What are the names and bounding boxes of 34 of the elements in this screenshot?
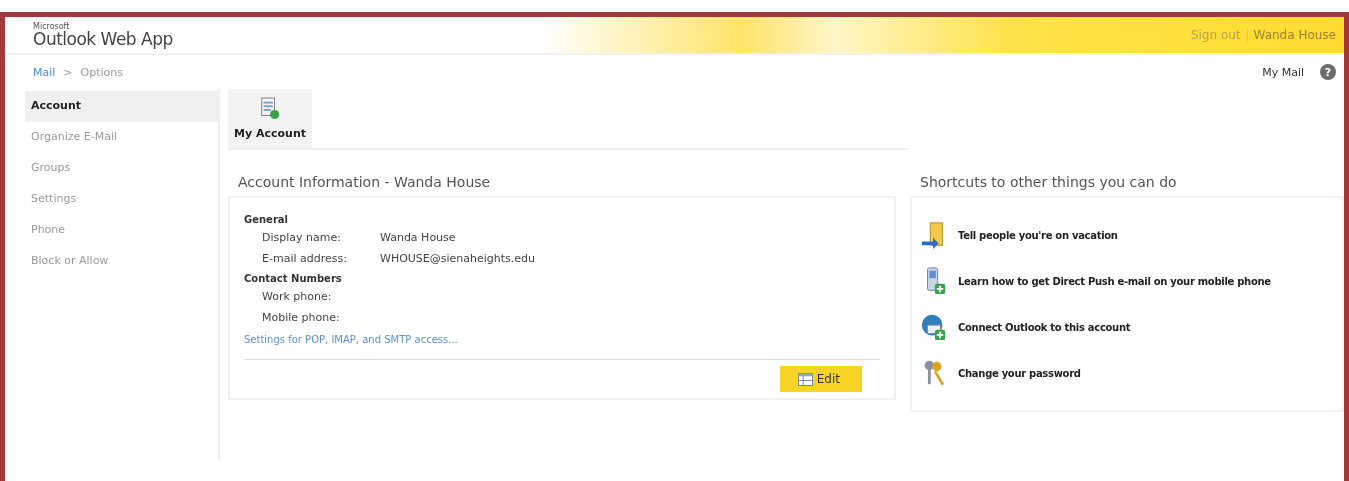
sidebar-item[interactable]: Organize E-Mail	[25, 122, 218, 153]
section-heading: General	[244, 214, 289, 225]
sidebar-item[interactable]: Phone	[25, 215, 218, 246]
field-label: Mobile phone:	[262, 311, 341, 324]
breadcrumb-item[interactable]: Mail	[33, 65, 56, 79]
table-icon	[797, 372, 813, 386]
sidebar-item[interactable]: Block or Allow	[25, 246, 218, 277]
shortcut-link[interactable]: Change your password	[958, 367, 1081, 379]
shortcut-link[interactable]: Connect Outlook to this account	[958, 321, 1131, 333]
shortcut-link[interactable]: Tell people you're on vacation	[958, 229, 1118, 241]
edit-button[interactable]: Edit	[779, 366, 862, 392]
panel-title: Shortcuts to other things you can do	[919, 174, 1178, 192]
sidebar-item[interactable]: Account	[25, 91, 218, 122]
section-heading: Contact Numbers	[244, 273, 343, 284]
user-name: Wanda House	[1253, 28, 1336, 42]
breadcrumb-separator: >	[63, 65, 73, 79]
sidebar-item[interactable]: Settings	[25, 184, 218, 215]
sidebar-item[interactable]: Groups	[25, 153, 218, 184]
field-label: Display name:	[262, 231, 342, 244]
my-account-tab[interactable]: My Account	[228, 89, 312, 148]
field-value: WHOUSE@sienaheights.edu	[380, 252, 536, 265]
field-label: Work phone:	[262, 290, 333, 303]
help-icon[interactable]: ?	[1320, 64, 1336, 80]
my-mail-link[interactable]: My Mail	[1262, 65, 1304, 79]
panel-title: Account Information - Wanda House	[237, 174, 492, 192]
account-document-icon	[259, 97, 281, 121]
shortcut-link[interactable]: Learn how to get Direct Push e-mail on your mobile phone	[958, 275, 1271, 287]
field-label: E-mail address:	[262, 252, 348, 265]
pop-imap-settings-link[interactable]: Settings for POP, IMAP, and SMTP access...	[244, 334, 880, 345]
globe-envelope-icon	[920, 313, 948, 341]
field-value: Wanda House	[380, 231, 456, 244]
app-logo-text: Outlook Web App	[33, 30, 173, 48]
brand-small-text: Microsoft	[33, 22, 71, 31]
breadcrumb-item: Options	[80, 65, 123, 79]
